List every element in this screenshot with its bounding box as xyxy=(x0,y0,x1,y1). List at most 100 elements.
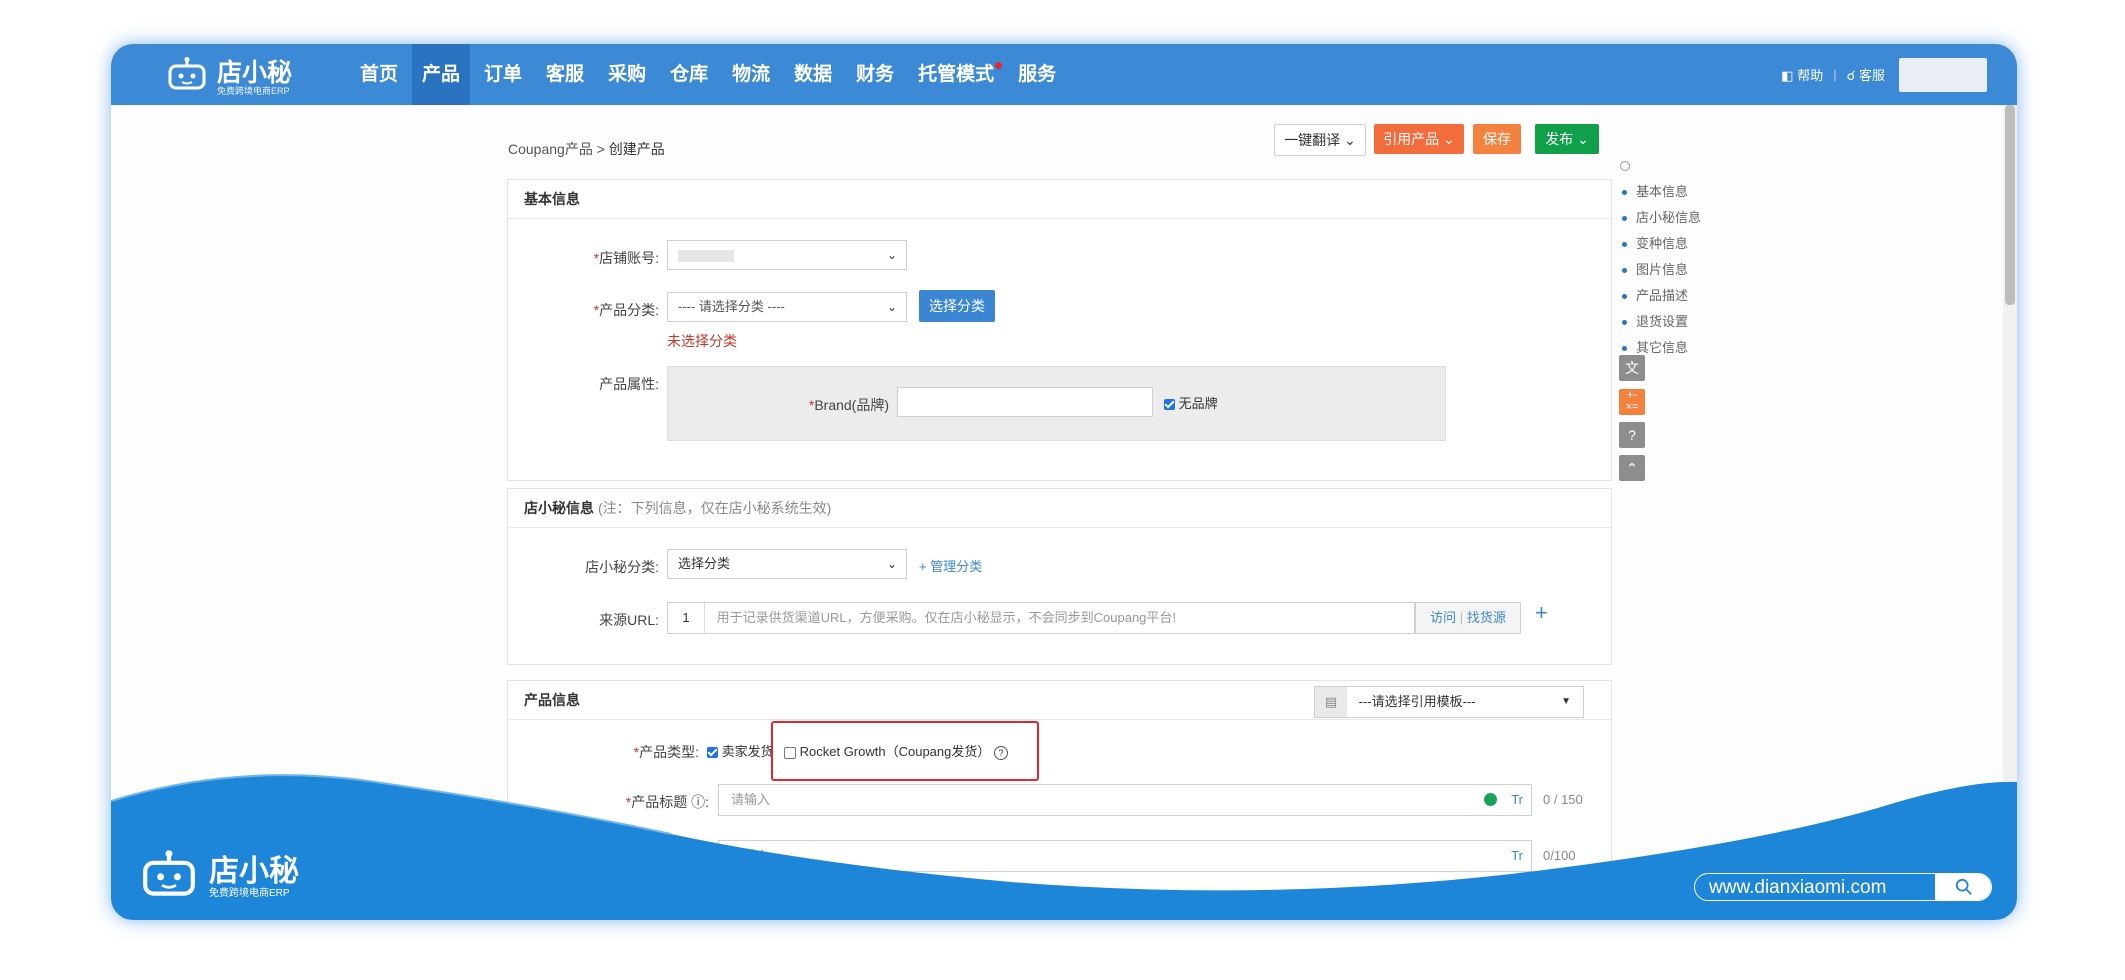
dxm-category-select[interactable]: 选择分类 ⌄ xyxy=(667,549,907,579)
nav-item-hosting[interactable]: 托管模式 xyxy=(908,44,1004,105)
nav-item-logistics[interactable]: 物流 xyxy=(722,44,780,105)
back-to-top-icon[interactable]: ⌃ xyxy=(1619,455,1645,481)
title-placeholder: 请输入 xyxy=(731,792,771,807)
robot-logo-icon xyxy=(143,850,195,896)
app-logo[interactable]: 店小秘 免费跨境电商ERP xyxy=(167,53,297,97)
shop-account-select[interactable]: ⌄ xyxy=(667,240,907,270)
quote-product-button[interactable]: 引用产品 ⌄ xyxy=(1374,124,1464,154)
reg-name-input[interactable]: 请输入 Tr xyxy=(718,840,1532,872)
shop-account-label: *店铺账号: xyxy=(593,250,659,266)
seller-ship-label: 卖家发货 xyxy=(721,744,774,759)
account-avatar[interactable] xyxy=(1899,57,1987,92)
nav-item-home[interactable]: 首页 xyxy=(350,44,408,105)
anchor-return-settings[interactable]: 退货设置 xyxy=(1618,311,1688,330)
product-title-input[interactable]: 请输入 Tr xyxy=(718,784,1532,816)
highlight-box xyxy=(771,721,1039,781)
nav-item-products[interactable]: 产品 xyxy=(412,44,471,105)
breadcrumb-separator: > xyxy=(596,141,605,157)
anchor-variant-info[interactable]: 变种信息 xyxy=(1618,233,1688,252)
seller-ship-checkbox[interactable]: 卖家发货 xyxy=(707,741,774,760)
nav-item-data[interactable]: 数据 xyxy=(784,44,842,105)
service-label: 客服 xyxy=(1858,68,1885,83)
dxm-category-label: 店小秘分类: xyxy=(585,559,659,575)
anchor-image-info[interactable]: 图片信息 xyxy=(1618,259,1688,278)
panel-header: 店小秘信息 (注：下列信息，仅在店小秘系统生效) xyxy=(508,489,1611,528)
chevron-down-icon: ⌄ xyxy=(886,248,897,262)
nav-label: 物流 xyxy=(732,64,771,85)
chevron-down-icon: ⌄ xyxy=(886,557,897,571)
caret-down-icon: ▼ xyxy=(1561,696,1571,707)
nav-item-orders[interactable]: 订单 xyxy=(474,44,532,105)
robot-logo-icon xyxy=(168,57,206,90)
anchor-description[interactable]: 产品描述 xyxy=(1618,285,1688,304)
notification-dot xyxy=(995,62,1003,69)
app-window: 店小秘 免费跨境电商ERP 首页 产品 订单 客服 采购 仓库 物流 数据 财务… xyxy=(111,44,2017,920)
nav-label: 订单 xyxy=(484,64,523,85)
translate-tool-icon[interactable]: 文 xyxy=(1619,355,1645,381)
panel-title: 产品信息 xyxy=(524,692,580,708)
manage-category-link[interactable]: + 管理分类 xyxy=(919,556,982,575)
nav-item-purchase[interactable]: 采购 xyxy=(598,44,656,105)
search-button[interactable] xyxy=(1935,874,1991,900)
top-right-tools: ◧ 帮助 | ☌ 客服 xyxy=(1781,44,1987,105)
panel-header: 基本信息 xyxy=(508,180,1611,219)
reg-name-counter: 0/100 xyxy=(1543,848,1576,863)
source-url-input[interactable]: 1 用于记录供货渠道URL，方便采购。仅在店小秘显示，不会同步到Coupang平… xyxy=(667,602,1415,634)
title-counter: 0 / 150 xyxy=(1543,792,1583,807)
help-circle-icon[interactable]: ⓘ xyxy=(691,850,705,866)
publish-label: 发布 xyxy=(1545,131,1574,147)
translate-icon[interactable] xyxy=(1484,793,1497,806)
divider: | xyxy=(1833,67,1837,82)
anchor-other-info[interactable]: 其它信息 xyxy=(1618,337,1688,356)
product-title-label: *产品标题 ⓘ: xyxy=(625,794,709,810)
service-link[interactable]: ☌ 客服 xyxy=(1847,65,1885,84)
translate-button[interactable]: 一键翻译 ⌄ xyxy=(1274,124,1366,156)
top-navigation-bar: 店小秘 免费跨境电商ERP 首页 产品 订单 客服 采购 仓库 物流 数据 财务… xyxy=(111,44,2017,105)
save-button[interactable]: 保存 xyxy=(1473,124,1521,154)
breadcrumb: Coupang产品 > 创建产品 xyxy=(508,139,665,159)
nav-label: 服务 xyxy=(1018,64,1057,85)
brand-label: *Brand(品牌) xyxy=(808,397,889,413)
nav-item-customer-service[interactable]: 客服 xyxy=(536,44,594,105)
save-label: 保存 xyxy=(1483,131,1511,147)
anchor-start-circle xyxy=(1620,161,1630,171)
category-placeholder: ---- 请选择分类 ---- xyxy=(678,299,785,314)
select-category-button[interactable]: 选择分类 xyxy=(919,290,995,322)
reg-name-placeholder: 请输入 xyxy=(731,848,771,863)
calculator-icon[interactable]: +- ×= xyxy=(1619,389,1645,415)
no-brand-checkbox[interactable]: 无品牌 xyxy=(1164,393,1218,412)
text-size-icon[interactable]: Tr xyxy=(1511,785,1523,815)
brand-input[interactable] xyxy=(897,387,1153,417)
breadcrumb-current: 创建产品 xyxy=(608,141,665,157)
attributes-label: 产品属性: xyxy=(599,376,659,392)
product-type-label: *产品类型: xyxy=(633,744,699,760)
publish-button[interactable]: 发布 ⌄ xyxy=(1535,124,1599,154)
no-brand-label: 无品牌 xyxy=(1178,396,1218,411)
panel-title: 店小秘信息 xyxy=(524,500,594,516)
logo-subtitle: 免费跨境电商ERP xyxy=(217,86,290,96)
category-select[interactable]: ---- 请选择分类 ---- ⌄ xyxy=(667,292,907,322)
anchor-basic-info[interactable]: 基本信息 xyxy=(1618,181,1688,200)
nav-item-services[interactable]: 服务 xyxy=(1008,44,1066,105)
help-circle-icon[interactable]: ⓘ xyxy=(691,794,705,810)
template-select[interactable]: ▤ ---请选择引用模板--- ▼ xyxy=(1314,686,1584,718)
find-source-link[interactable]: 找货源 xyxy=(1467,610,1506,625)
nav-item-finance[interactable]: 财务 xyxy=(846,44,904,105)
nav-label: 首页 xyxy=(360,64,399,85)
page-scrollbar[interactable] xyxy=(2003,105,2017,920)
help-tool-icon[interactable]: ? xyxy=(1619,422,1645,448)
visit-link[interactable]: 访问 xyxy=(1430,610,1456,625)
category-label: *产品分类: xyxy=(593,302,659,318)
anchor-dxm-info[interactable]: 店小秘信息 xyxy=(1618,207,1701,226)
text-size-icon[interactable]: Tr xyxy=(1511,841,1523,871)
nav-label: 财务 xyxy=(856,64,895,85)
website-search-box[interactable]: www.dianxiaomi.com xyxy=(1694,873,1992,901)
quote-label: 引用产品 xyxy=(1383,131,1440,147)
nav-label: 产品 xyxy=(422,64,461,85)
scrollbar-thumb[interactable] xyxy=(2005,105,2015,305)
breadcrumb-parent[interactable]: Coupang产品 xyxy=(508,141,593,157)
help-link[interactable]: ◧ 帮助 xyxy=(1781,65,1823,84)
nav-item-warehouse[interactable]: 仓库 xyxy=(660,44,718,105)
add-source-url-button[interactable]: + xyxy=(1535,600,1548,626)
template-icon: ▤ xyxy=(1315,687,1347,717)
